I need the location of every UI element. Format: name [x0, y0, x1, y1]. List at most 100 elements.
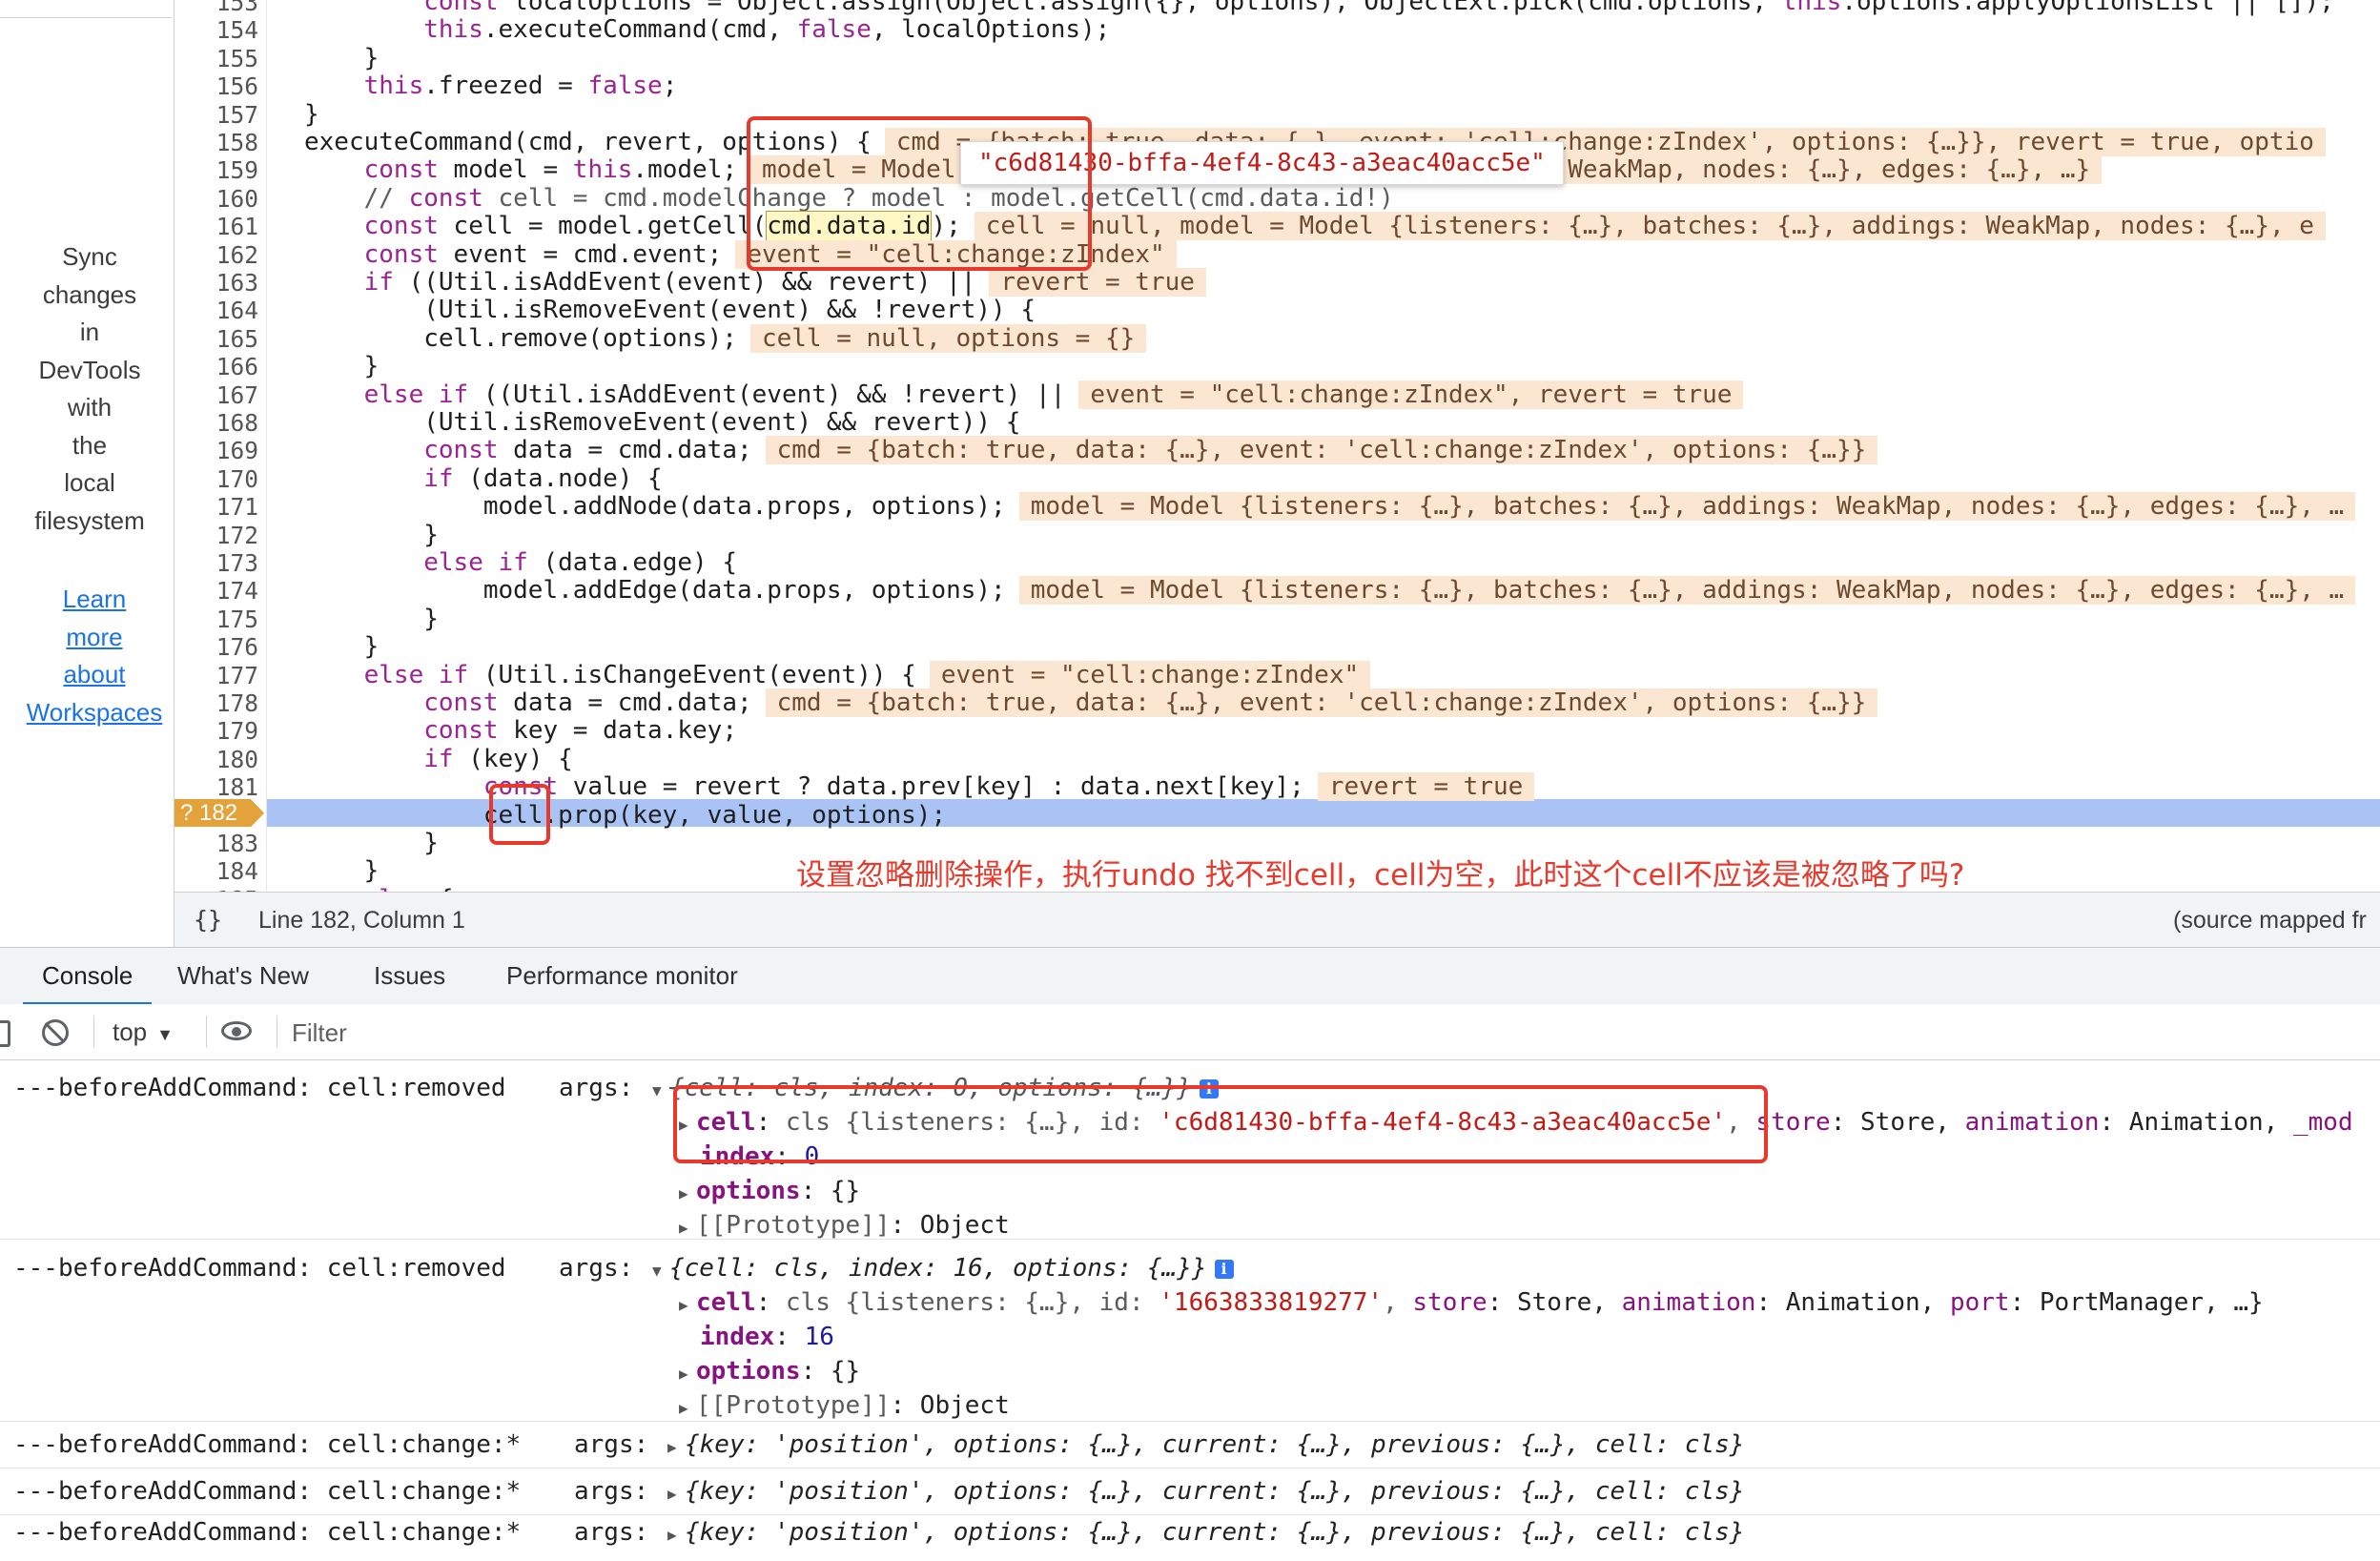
line-number[interactable]: 157 — [180, 101, 266, 129]
clear-console-icon[interactable] — [42, 1019, 69, 1046]
code-line[interactable]: model.addNode(data.props, options); model… — [304, 492, 2356, 522]
code-line[interactable]: } — [304, 632, 380, 661]
link-text-line[interactable]: Workspaces — [13, 694, 175, 732]
code-line[interactable]: else if (data.edge) { — [304, 548, 737, 577]
link-text-line[interactable]: about — [13, 656, 175, 694]
link-text-line[interactable]: Learn — [13, 581, 175, 619]
code-line[interactable]: (Util.isRemoveEvent(event) && revert)) { — [304, 408, 1020, 437]
live-expression-eye-icon[interactable] — [221, 1021, 252, 1040]
options-property[interactable]: ▶ options: {} — [679, 1174, 860, 1208]
object-summary[interactable]: ▶ {key: 'position', options: {…}, current… — [667, 1474, 1744, 1509]
line-number[interactable]: 173 — [180, 549, 266, 577]
sync-text-line: in — [79, 318, 100, 346]
code-line[interactable]: const key = data.key; — [304, 716, 737, 745]
code-line[interactable]: } — [304, 352, 380, 380]
object-summary[interactable]: ▶ {key: 'position', options: {…}, current… — [667, 1427, 1744, 1462]
dropdown-arrow-icon: ▼ — [156, 1025, 174, 1044]
collapsed-triangle-icon[interactable]: ▶ — [679, 1177, 696, 1211]
code-line[interactable]: } — [304, 829, 439, 857]
line-number[interactable]: 162 — [180, 241, 266, 269]
line-number[interactable]: 179 — [180, 717, 266, 745]
line-number[interactable]: 169 — [180, 437, 266, 464]
code-line[interactable]: if ((Util.isAddEvent(event) && revert) |… — [304, 268, 1206, 297]
line-number[interactable]: 175 — [180, 606, 266, 633]
collapsed-triangle-icon[interactable]: ▶ — [667, 1477, 685, 1511]
line-number[interactable]: 159 — [180, 156, 266, 184]
line-number[interactable]: 160 — [180, 185, 266, 213]
code-line[interactable]: this.executeCommand(cmd, false, localOpt… — [304, 15, 1110, 44]
summary-text: {cell: cls, index: 16, options: {…}} — [669, 1254, 1207, 1283]
expanded-triangle-icon[interactable]: ▼ — [652, 1074, 669, 1108]
code-line[interactable]: } — [304, 856, 380, 885]
show-sidebar-icon[interactable] — [0, 1020, 10, 1047]
code-line[interactable]: if (key) { — [304, 745, 573, 773]
line-number[interactable]: 165 — [180, 325, 266, 353]
code-line[interactable]: if (data.node) { — [304, 464, 662, 493]
code-line[interactable]: model.addEdge(data.props, options); model… — [304, 576, 2356, 606]
collapsed-triangle-icon[interactable]: ▶ — [679, 1391, 696, 1426]
object-summary[interactable]: ▶ {key: 'position', options: {…}, current… — [667, 1515, 1744, 1550]
line-number[interactable]: 172 — [180, 522, 266, 549]
line-number[interactable]: 183 — [180, 830, 266, 857]
info-icon[interactable]: i — [1214, 1260, 1234, 1279]
code-line[interactable]: } — [304, 100, 319, 129]
line-number[interactable]: 184 — [180, 857, 266, 885]
line-number[interactable]: 163 — [180, 269, 266, 297]
line-number[interactable]: 156 — [180, 72, 266, 100]
line-number[interactable]: 158 — [180, 129, 266, 156]
console-filter-input[interactable] — [290, 1012, 2380, 1054]
line-number[interactable]: 177 — [180, 662, 266, 689]
line-number[interactable]: 181 — [180, 773, 266, 801]
code-line[interactable]: else if (Util.isChangeEvent(event)) {eve… — [304, 660, 1371, 689]
collapsed-triangle-icon[interactable]: ▶ — [667, 1430, 685, 1465]
learn-more-workspaces-link[interactable]: Learn more about Workspaces — [13, 581, 175, 731]
code-line[interactable]: (Util.isRemoveEvent(event) && !revert)) … — [304, 296, 1036, 324]
link-text-line[interactable]: more — [13, 619, 175, 657]
line-number[interactable]: 153 — [180, 0, 266, 16]
code-line[interactable]: } — [304, 521, 439, 549]
code-line[interactable]: const data = cmd.data; cmd = {batch: true… — [304, 688, 1878, 717]
line-number[interactable]: 180 — [180, 746, 266, 773]
collapsed-triangle-icon[interactable]: ▶ — [679, 1357, 696, 1391]
pretty-print-icon[interactable]: {} — [194, 893, 222, 948]
sidebar-top-divider — [0, 0, 172, 18]
tab-performance-monitor[interactable]: Performance monitor — [506, 948, 738, 1005]
line-number[interactable]: 174 — [180, 577, 266, 605]
line-number[interactable]: 166 — [180, 353, 266, 380]
line-number[interactable]: 164 — [180, 297, 266, 324]
prototype-property[interactable]: ▶ [[Prototype]]: Object — [679, 1208, 1010, 1243]
code-line[interactable]: this.freezed = false; — [304, 72, 678, 100]
code-line[interactable]: const localOptions = Object.assign(Objec… — [304, 0, 2334, 16]
options-property[interactable]: ▶ options: {} — [679, 1354, 860, 1388]
line-number-gutter[interactable]: 153 154 155 156 157 158 159 160 161 162 163 164 165 1… — [174, 0, 267, 892]
prototype-property[interactable]: ▶ [[Prototype]]: Object — [679, 1388, 1010, 1423]
tab-console[interactable]: Console — [23, 948, 153, 1005]
line-number[interactable]: 167 — [180, 381, 266, 409]
tab-whats-new[interactable]: What's New — [177, 948, 309, 1005]
line-number[interactable]: 176 — [180, 633, 266, 661]
line-number[interactable]: 171 — [180, 493, 266, 521]
expanded-triangle-icon[interactable]: ▼ — [652, 1254, 669, 1288]
tab-issues[interactable]: Issues — [374, 948, 445, 1005]
code-line[interactable]: const cell = model.getCell(cmd.data.id);… — [304, 211, 2326, 242]
line-number[interactable]: 154 — [180, 16, 266, 44]
collapsed-triangle-icon[interactable]: ▶ — [679, 1288, 696, 1323]
breakpoint-marker[interactable]: ? 182 — [174, 799, 264, 828]
object-summary[interactable]: ▼ {cell: cls, index: 16, options: {…}} i — [652, 1251, 1234, 1285]
code-line[interactable]: } — [304, 605, 439, 633]
context-selector[interactable]: top ▼ — [113, 1004, 174, 1062]
source-editor[interactable]: 153 154 155 156 157 158 159 160 161 162 163 164 165 1… — [174, 0, 2380, 892]
sync-text-line: Sync — [62, 242, 117, 271]
line-number[interactable]: 170 — [180, 465, 266, 493]
cell-property[interactable]: ▶ cell: cls {listeners: {…}, id: '1663833… — [679, 1285, 2264, 1320]
line-number[interactable]: 155 — [180, 45, 266, 72]
code-line[interactable]: cell.remove(options); cell = null, option… — [304, 323, 1147, 353]
line-number[interactable]: 161 — [180, 213, 266, 240]
line-number[interactable]: 178 — [180, 689, 266, 717]
code-line[interactable]: const data = cmd.data; cmd = {batch: true… — [304, 436, 1878, 465]
collapsed-triangle-icon[interactable]: ▶ — [667, 1518, 685, 1552]
code-line[interactable]: cell.prop(key, value, options); — [304, 801, 946, 830]
code-line[interactable]: else if ((Util.isAddEvent(event) && !rev… — [304, 380, 1744, 409]
line-number[interactable]: 168 — [180, 409, 266, 437]
code-line[interactable]: } — [304, 44, 380, 72]
